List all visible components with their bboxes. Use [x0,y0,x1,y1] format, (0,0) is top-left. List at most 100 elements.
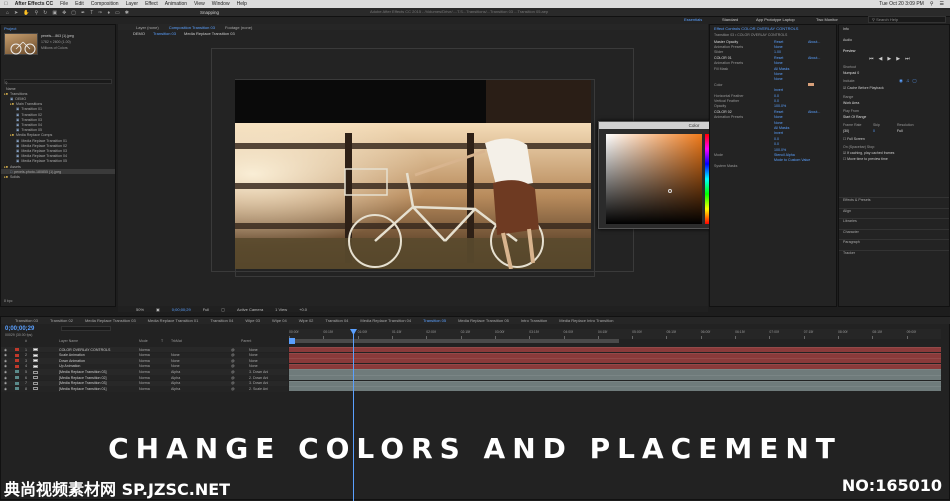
trkmat-dropdown[interactable]: None [171,359,180,363]
visibility-icon[interactable]: ◉ [4,359,7,363]
timeline-tab[interactable]: Media Replace Transition 05 [458,318,509,323]
panel-section-effects-presets[interactable]: Effects & Presets [839,197,949,202]
effect-value[interactable]: Stencil Alpha [774,153,808,157]
pan-tool-icon[interactable]: ✥ [62,10,66,16]
layer-mode-dropdown[interactable]: Norma [139,387,150,391]
effect-row[interactable]: 100.0% [710,147,836,152]
video-icon[interactable]: ◉ [899,78,903,84]
effect-value[interactable]: None [774,72,808,76]
range-dropdown[interactable]: Work Area [843,101,859,105]
brush-tool-icon[interactable]: ✑ [98,10,102,16]
layer-mode-dropdown[interactable]: Norma [139,364,150,368]
visibility-icon[interactable]: ◉ [4,353,7,357]
camera-snapshot-icon[interactable]: ▣ [156,307,160,312]
puppet-tool-icon[interactable]: ✱ [125,10,129,16]
effect-row[interactable]: 0.0 [710,142,836,147]
workspace-essentials[interactable]: Essentials [684,17,702,22]
effect-value[interactable]: 0.0 [774,137,808,141]
label-color-chip[interactable] [15,353,19,357]
spotlight-icon[interactable]: ⚲ [930,1,934,7]
menu-view[interactable]: View [194,1,205,7]
effect-value[interactable]: None [774,77,808,81]
parent-dropdown[interactable]: None [249,348,258,352]
effect-value[interactable]: 0.0 [774,99,808,103]
about-link[interactable]: About... [808,40,820,44]
color-field-cursor[interactable] [668,189,672,193]
label-color-chip[interactable] [15,387,19,391]
timeline-tab[interactable]: Transition 05 [423,318,446,323]
audio-icon[interactable]: ♫ [906,78,909,84]
effect-value[interactable]: 0.0 [774,142,808,146]
about-link[interactable]: About... [808,56,820,60]
play-from-dropdown[interactable]: Start Of Range [843,115,866,119]
panel-section-paragraph[interactable]: Paragraph [839,239,949,244]
effect-row[interactable]: All Masks [710,125,836,130]
effect-row[interactable]: None [710,120,836,125]
timeline-layer-row[interactable]: ◉ 1 COLOR OVERLAY CONTROLS Norma @ None [1,347,288,353]
rectangle-tool-icon[interactable]: ▢ [71,10,76,16]
effect-value[interactable]: 100.0% [774,148,808,152]
roi-icon[interactable]: ▢ [221,307,225,312]
timeline-layer-row[interactable]: ◉ 2 Scale Animation Norma None @ None [1,352,288,358]
pickwhip-icon[interactable]: @ [231,353,235,357]
trkmat-dropdown[interactable]: None [171,353,180,357]
pickwhip-icon[interactable]: @ [231,348,235,352]
layer-name[interactable]: [Media Replace Transition 03] [59,370,107,374]
about-link[interactable]: About... [808,110,820,114]
rotate-tool-icon[interactable]: ↻ [43,10,47,16]
layer-duration-bar[interactable] [289,380,941,386]
timeline-layer-row[interactable]: ◉ 4 Up Animation Norma None @ None [1,363,288,370]
effect-row[interactable]: Animation Presets None [710,44,836,49]
tab-project[interactable]: Project [4,26,16,31]
trkmat-dropdown[interactable]: Alpha [171,381,180,385]
timeline-tab[interactable]: Transition 04 [325,318,348,323]
effect-row[interactable]: Animation Presets None [710,61,836,66]
pickwhip-icon[interactable]: @ [231,387,235,391]
timeline-tab[interactable]: Media Replace Transition 03 [85,318,136,323]
effect-value[interactable]: None [774,121,808,125]
tab-preview[interactable]: Preview [843,49,855,53]
layer-name[interactable]: [Media Replace Transition 03] [59,381,107,385]
playhead[interactable] [353,329,354,501]
menu-layer[interactable]: Layer [126,1,139,7]
menu-window[interactable]: Window [212,1,230,7]
stamp-tool-icon[interactable]: ♦ [107,10,110,16]
timeline-tab[interactable]: Wipe 04 [272,318,287,323]
effect-value[interactable]: 100.0% [774,104,808,108]
effect-value[interactable]: 0.0 [774,94,808,98]
label-color-chip[interactable] [15,376,19,379]
effect-row[interactable]: Mode to Custom Value [710,158,836,163]
timeline-layer-row[interactable]: ◉ 3 Down Animation Norma None @ None [1,358,288,364]
effect-row[interactable]: Animation Presets None [710,115,836,120]
last-frame-icon[interactable]: ⏭ [905,56,910,62]
shortcut-dropdown[interactable]: Numpad 0 [843,71,859,75]
effect-value[interactable]: 1.00 [774,50,808,54]
overlay-icon[interactable]: ▢ [912,78,916,84]
parent-dropdown[interactable]: None [249,353,258,357]
column-header[interactable]: Layer Name [59,339,78,343]
pickwhip-icon[interactable]: @ [231,376,235,380]
selection-tool-icon[interactable]: ➤ [14,10,18,16]
timeline-search-input[interactable] [61,326,111,331]
label-color-chip[interactable] [15,348,19,351]
timeline-tab[interactable]: Media Replace Transition 04 [360,318,411,323]
layer-duration-bar[interactable] [289,386,941,392]
timeline-tab[interactable]: Wipe 02 [299,318,314,323]
time-ruler[interactable]: 00:00f 00:15f 01:00f 01:15f 02:00f 02:15f 03:0… [289,329,941,339]
visibility-icon[interactable]: ◉ [4,381,7,385]
effect-row[interactable]: None [710,71,836,76]
snapping-toggle[interactable]: Snapping [200,10,219,15]
timeline-tab[interactable]: Transition 03 [15,318,38,323]
parent-dropdown[interactable]: None [249,359,258,363]
breadcrumb-media-replace[interactable]: Media Replace Transition 03 [184,31,235,36]
label-color-chip[interactable] [15,381,19,385]
move-time-option[interactable]: ☐ Move time to preview time [843,157,888,161]
parent-dropdown[interactable]: 3. Down Ani [249,381,268,385]
effect-value[interactable]: Reset [774,110,808,114]
workspace-app-prototype[interactable]: App Prototype Laptop [756,17,795,22]
panel-section-libraries[interactable]: Libraries [839,218,949,223]
parent-dropdown[interactable]: 2. Down Ani [249,376,268,380]
resolution-dropdown-preview[interactable]: Full [897,129,903,133]
effect-value[interactable]: All Masks [774,126,808,130]
timeline-tab[interactable]: Media Replace Intro Transition [559,318,613,323]
